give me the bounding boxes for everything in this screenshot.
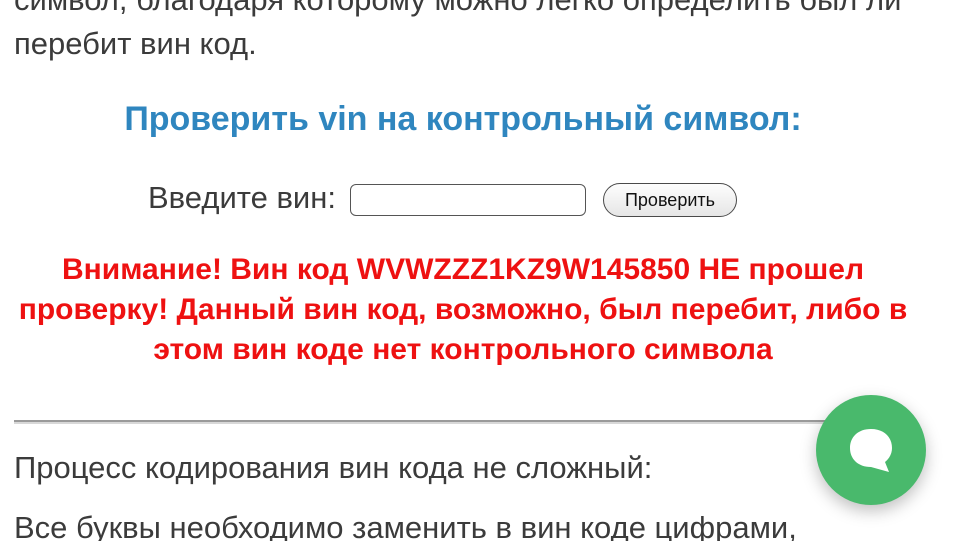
vin-check-title: Проверить vin на контрольный символ: bbox=[124, 100, 802, 138]
chat-bubble-icon bbox=[850, 429, 892, 472]
check-button[interactable]: Проверить bbox=[602, 183, 738, 217]
paragraph-encoding-process: Процесс кодирования вин кода не сложный: bbox=[14, 450, 653, 485]
intro-text: символ, благодаря которому можно легко о… bbox=[14, 0, 901, 61]
vin-input[interactable] bbox=[349, 184, 586, 216]
divider bbox=[14, 420, 854, 424]
vin-input-label: Введите вин: bbox=[148, 180, 336, 215]
chat-button[interactable] bbox=[816, 395, 926, 505]
paragraph-letters-replace: Все буквы необходимо заменить в вин коде… bbox=[14, 510, 797, 541]
vin-check-form: Введите вин: Проверить bbox=[148, 176, 738, 220]
article-page: символ, благодаря которому можно легко о… bbox=[0, 0, 960, 541]
warning-message: Внимание! Вин код WVWZZZ1KZ9W145850 НЕ п… bbox=[18, 253, 908, 366]
